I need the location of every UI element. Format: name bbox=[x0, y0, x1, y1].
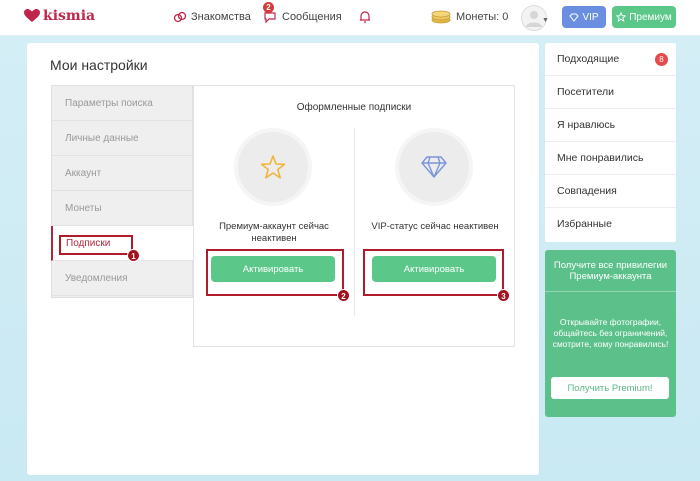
annotation-box-3 bbox=[363, 249, 504, 296]
sidebar-item-label: Совпадения bbox=[557, 185, 617, 197]
premium-button-label: Премиум bbox=[629, 11, 672, 23]
nav-messages[interactable]: Сообщения bbox=[264, 10, 342, 24]
sidebar-item-label: Подходящие bbox=[557, 53, 620, 65]
bell-icon bbox=[360, 11, 370, 23]
panel-title: Оформленные подписки bbox=[296, 102, 412, 113]
vip-status: VIP-статус сейчас неактивен bbox=[371, 221, 499, 232]
sidebar-item-label: Мне понравились bbox=[557, 152, 644, 164]
chevron-down-icon[interactable]: ▼ bbox=[542, 17, 549, 24]
rings-icon bbox=[173, 11, 187, 23]
premium-circle bbox=[234, 128, 312, 206]
menu-item-personal-data[interactable]: Личные данные bbox=[52, 121, 193, 156]
vip-circle bbox=[395, 128, 473, 206]
menu-item-notifications[interactable]: Уведомления bbox=[52, 261, 193, 296]
get-premium-button[interactable]: Получить Premium! bbox=[551, 377, 669, 399]
nav-dating-label: Знакомства bbox=[191, 11, 251, 23]
messages-badge: 2 bbox=[263, 2, 274, 13]
vip-subscription: VIP-статус сейчас неактивен Активировать bbox=[355, 128, 515, 343]
notifications-button[interactable] bbox=[358, 10, 372, 24]
annotation-box-2 bbox=[206, 249, 344, 296]
nav-dating[interactable]: Знакомства bbox=[173, 10, 251, 24]
menu-item-coins[interactable]: Монеты bbox=[52, 191, 193, 226]
sidebar-item-i-liked[interactable]: Мне понравились bbox=[545, 142, 676, 175]
sidebar-item-matching[interactable]: Подходящие 8 bbox=[545, 43, 676, 76]
diamond-icon bbox=[569, 13, 580, 22]
matching-badge: 8 bbox=[655, 53, 668, 66]
sidebar-item-favorites[interactable]: Избранные bbox=[545, 208, 676, 241]
sidebar-item-matches[interactable]: Совпадения bbox=[545, 175, 676, 208]
star-icon bbox=[260, 155, 286, 179]
coins-label: Монеты: 0 bbox=[456, 11, 509, 23]
promo-heading: Получите все привилегии Премиум-аккаунта bbox=[553, 260, 668, 282]
settings-menu: Параметры поиска Личные данные Аккаунт М… bbox=[51, 85, 194, 298]
heart-icon bbox=[24, 9, 40, 22]
promo-divider bbox=[545, 291, 676, 292]
coins-icon bbox=[431, 10, 451, 24]
nav-messages-label: Сообщения bbox=[282, 11, 342, 23]
annotation-badge-1: 1 bbox=[127, 249, 140, 262]
vip-button[interactable]: VIP bbox=[562, 6, 606, 28]
sidebar-item-label: Посетители bbox=[557, 86, 614, 98]
premium-button[interactable]: Премиум bbox=[612, 6, 676, 28]
premium-status: Премиум-аккаунт сейчас неактивен bbox=[219, 221, 329, 244]
premium-subscription: Премиум-аккаунт сейчас неактивен Активир… bbox=[194, 128, 354, 343]
nav-coins[interactable]: Монеты: 0 bbox=[430, 10, 508, 24]
promo-body: Открывайте фотографии, общайтесь без огр… bbox=[552, 317, 669, 349]
sidebar-item-liked-me[interactable]: Я нравлюсь bbox=[545, 109, 676, 142]
menu-item-account[interactable]: Аккаунт bbox=[52, 156, 193, 191]
logo-text: kismia bbox=[43, 8, 96, 24]
sidebar-item-visitors[interactable]: Посетители bbox=[545, 76, 676, 109]
sidebar-item-label: Я нравлюсь bbox=[557, 119, 616, 131]
subscriptions-panel: Оформленные подписки Премиум-аккаунт сей… bbox=[193, 85, 515, 347]
menu-item-search-params[interactable]: Параметры поиска bbox=[52, 86, 193, 121]
annotation-box-1 bbox=[59, 235, 133, 255]
star-icon bbox=[616, 12, 627, 22]
sidebar-list: Подходящие 8 Посетители Я нравлюсь Мне п… bbox=[545, 43, 676, 242]
vip-button-label: VIP bbox=[582, 11, 599, 23]
kismia-logo[interactable]: kismia bbox=[24, 8, 95, 24]
page-title: Мои настройки bbox=[50, 57, 148, 73]
top-header: kismia Знакомства Сообщения 2 Монеты: 0 bbox=[0, 0, 700, 36]
diamond-icon bbox=[421, 156, 447, 178]
annotation-badge-3: 3 bbox=[497, 289, 510, 302]
sidebar-item-label: Избранные bbox=[557, 218, 612, 230]
annotation-badge-2: 2 bbox=[337, 289, 350, 302]
premium-promo: Получите все привилегии Премиум-аккаунта… bbox=[545, 250, 676, 417]
